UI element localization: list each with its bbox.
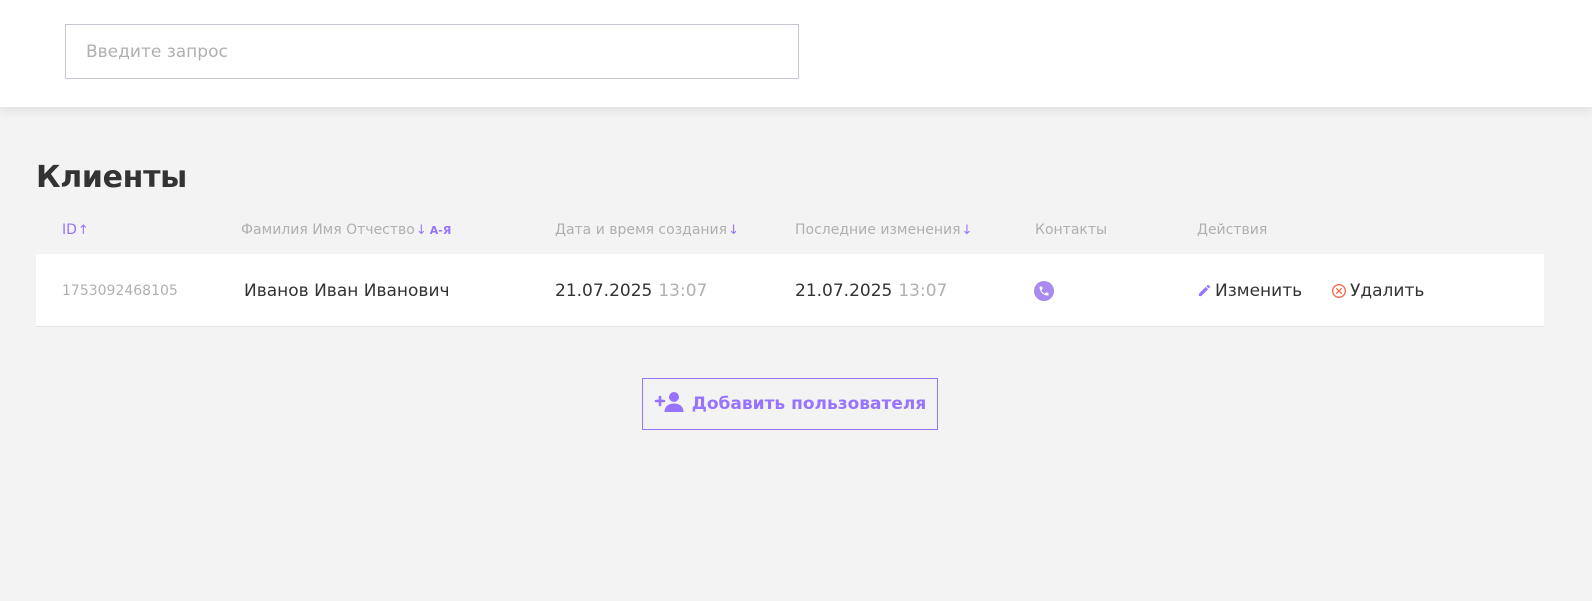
edit-button-label: Изменить [1215, 280, 1303, 301]
created-datetime: 21.07.2025 13:07 [555, 254, 707, 327]
arrow-down-icon: ↓ [415, 222, 427, 238]
add-user-button[interactable]: Добавить пользователя [642, 378, 938, 430]
add-user-icon [654, 391, 684, 417]
edit-button[interactable]: Изменить [1197, 281, 1302, 301]
add-user-button-label: Добавить пользователя [691, 394, 927, 414]
column-header-id[interactable]: ID ↑ [62, 222, 89, 238]
created-date: 21.07.2025 [555, 280, 653, 301]
column-header-created[interactable]: Дата и время создания ↓ [555, 222, 739, 238]
column-header-label: Последние изменения [795, 222, 961, 238]
column-header-actions: Действия [1197, 222, 1267, 238]
column-header-label: Фамилия Имя Отчество [241, 222, 415, 238]
sort-order-badge: А-Я [429, 223, 452, 237]
contacts-cell [1034, 254, 1054, 327]
page-title: Клиенты [36, 160, 188, 195]
table-header: ID ↑ Фамилия Имя Отчество ↓ А-Я Дата и в… [36, 222, 1544, 246]
cancel-circle-icon [1331, 283, 1347, 299]
phone-icon[interactable] [1034, 280, 1054, 301]
delete-cell: Удалить [1331, 254, 1424, 327]
header [0, 0, 1592, 107]
table-row: 1753092468105 Иванов Иван Иванович 21.07… [36, 254, 1544, 327]
column-header-contacts: Контакты [1035, 222, 1107, 238]
pencil-icon [1197, 283, 1212, 298]
updated-datetime: 21.07.2025 13:07 [795, 254, 947, 327]
updated-time: 13:07 [898, 280, 948, 301]
arrow-down-icon: ↓ [961, 222, 973, 238]
delete-button[interactable]: Удалить [1331, 281, 1424, 301]
column-header-label: Действия [1197, 222, 1268, 238]
column-header-label: Дата и время создания [555, 222, 728, 238]
column-header-updated[interactable]: Последние изменения ↓ [795, 222, 972, 238]
client-id: 1753092468105 [62, 282, 178, 299]
column-header-full-name[interactable]: Фамилия Имя Отчество ↓ А-Я [241, 222, 451, 238]
column-header-label: ID [62, 222, 77, 238]
delete-button-label: Удалить [1350, 280, 1425, 301]
client-full-name: Иванов Иван Иванович [244, 280, 450, 301]
arrow-down-icon: ↓ [728, 222, 739, 238]
updated-date: 21.07.2025 [795, 280, 893, 301]
column-header-label: Контакты [1035, 222, 1108, 238]
created-time: 13:07 [658, 280, 708, 301]
actions-cell: Изменить [1197, 254, 1302, 327]
arrow-up-icon: ↑ [77, 222, 89, 238]
search-input[interactable] [65, 24, 799, 79]
